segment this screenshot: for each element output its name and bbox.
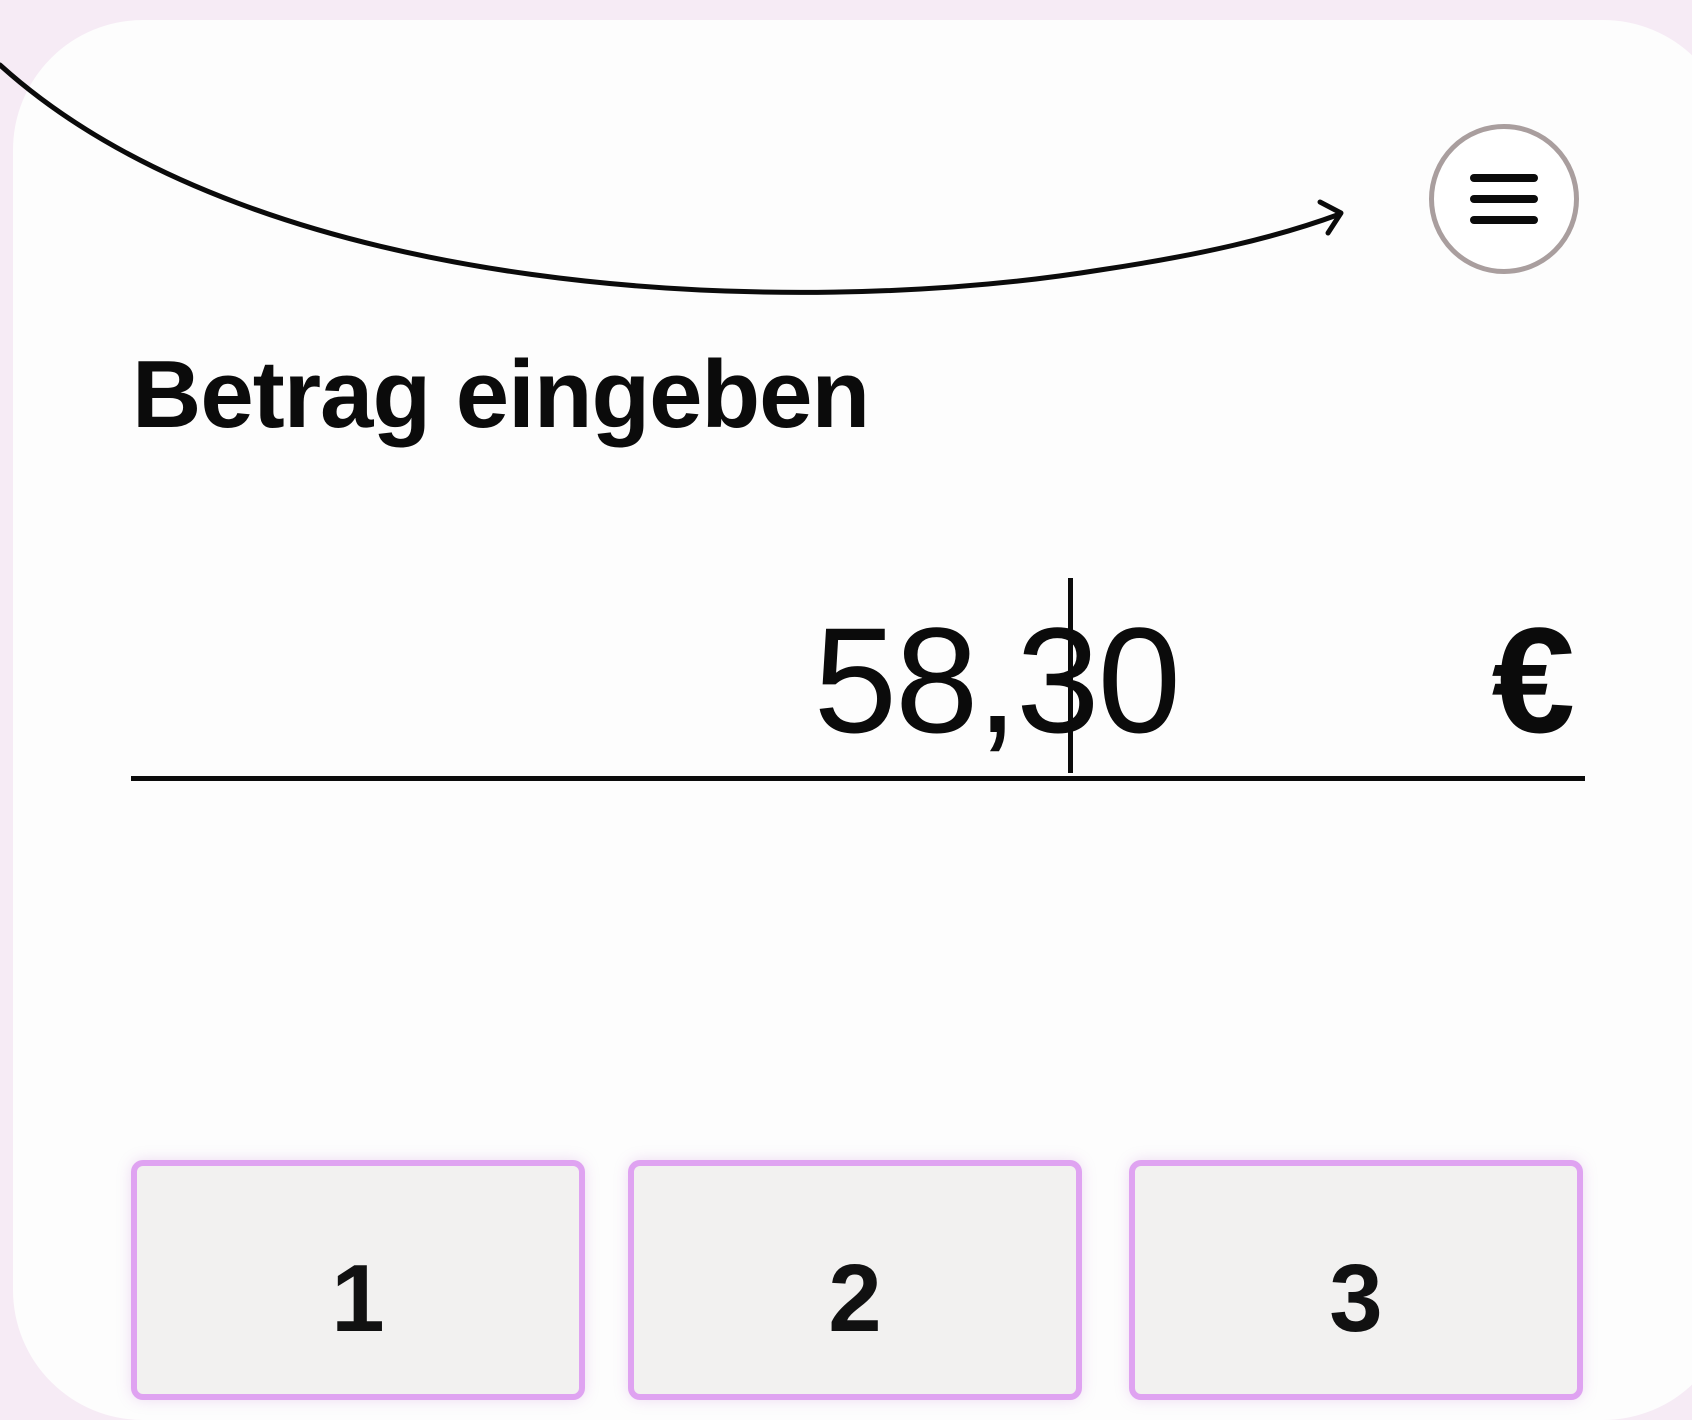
page-title: Betrag eingeben — [132, 341, 870, 448]
keypad-key-1[interactable]: 1 — [131, 1160, 585, 1400]
keypad-key-2[interactable]: 2 — [628, 1160, 1082, 1400]
amount-input[interactable]: 58,30 € — [131, 560, 1585, 781]
keypad-key-3[interactable]: 3 — [1129, 1160, 1583, 1400]
hamburger-menu-icon — [1470, 174, 1538, 224]
numeric-keypad: 1 2 3 — [131, 1160, 1585, 1400]
amount-value[interactable]: 58,30 — [814, 595, 1181, 765]
menu-button[interactable] — [1429, 124, 1579, 274]
amount-underline — [131, 776, 1585, 781]
text-cursor — [1068, 578, 1073, 773]
currency-symbol: € — [1491, 596, 1575, 764]
